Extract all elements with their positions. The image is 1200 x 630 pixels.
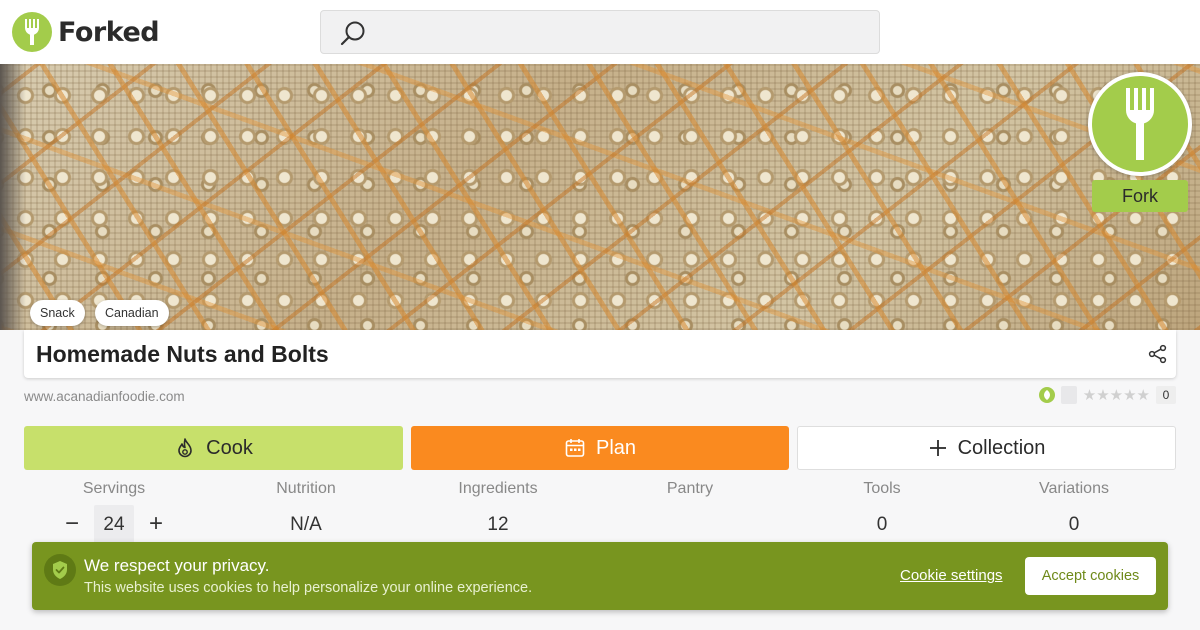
fork-badge[interactable] [1088, 72, 1192, 176]
tag-snack[interactable]: Snack [30, 300, 85, 326]
stat-label: Ingredients [458, 480, 538, 497]
stat-value: 0 [1068, 514, 1080, 535]
add-collection-button[interactable]: Collection [797, 426, 1176, 470]
logo[interactable]: Forked [12, 12, 160, 52]
cookie-title: We respect your privacy. [84, 556, 270, 575]
collection-button-label: Collection [957, 436, 1046, 459]
plan-button[interactable]: Plan [411, 426, 789, 470]
search-icon [339, 20, 367, 53]
recipe-hero-image [0, 64, 1200, 330]
servings-value[interactable]: 24 [94, 505, 134, 545]
rating-count: 0 [1156, 386, 1176, 404]
stat-label: Nutrition [276, 480, 336, 497]
servings-increase-button[interactable]: + [138, 505, 174, 543]
rating-placeholder [1060, 386, 1077, 404]
fork-icon [1126, 88, 1154, 160]
stat-variations[interactable]: Variations 0 [978, 480, 1170, 535]
cook-button[interactable]: Cook [24, 426, 403, 470]
stat-value: 12 [487, 514, 509, 535]
search-input[interactable] [320, 10, 880, 54]
shield-check-icon [44, 554, 76, 586]
calendar-icon [565, 439, 585, 457]
stat-label: Tools [863, 480, 901, 497]
hero-shadow [0, 64, 26, 330]
recipe-title-card: Homemade Nuts and Bolts [24, 330, 1176, 378]
stat-servings: Servings [18, 480, 210, 498]
flame-icon [178, 438, 192, 458]
stat-pantry[interactable]: Pantry [594, 480, 786, 498]
fork-icon [12, 12, 52, 52]
stat-nutrition[interactable]: Nutrition N/A [210, 480, 402, 535]
plus-icon [929, 440, 946, 456]
stat-label: Pantry [666, 480, 714, 497]
servings-decrease-button[interactable]: − [54, 505, 90, 543]
stat-tools[interactable]: Tools 0 [786, 480, 978, 535]
stat-value: 0 [876, 514, 888, 535]
logo-text: Forked [58, 16, 160, 48]
accept-cookies-button[interactable]: Accept cookies [1025, 557, 1156, 595]
cookie-text: This website uses cookies to help person… [84, 580, 533, 596]
stat-label: Variations [1039, 480, 1109, 497]
leaf-icon [1038, 387, 1055, 403]
stat-ingredients[interactable]: Ingredients 12 [402, 480, 594, 535]
page-title: Homemade Nuts and Bolts [36, 341, 329, 367]
tag-canadian[interactable]: Canadian [95, 300, 169, 326]
stat-label: Servings [82, 480, 146, 497]
share-icon[interactable] [1148, 344, 1168, 369]
plan-button-label: Plan [595, 436, 637, 459]
stat-value: N/A [290, 514, 322, 535]
fork-button[interactable]: Fork [1092, 180, 1188, 212]
top-header: Forked [0, 0, 1200, 64]
rating: ★★★★★ 0 [1038, 386, 1176, 404]
cookie-settings-link[interactable]: Cookie settings [900, 567, 1003, 584]
cook-button-label: Cook [206, 436, 253, 459]
source-link[interactable]: www.acanadianfoodie.com [24, 389, 185, 404]
star-rating-icon[interactable]: ★★★★★ [1083, 386, 1150, 404]
cookie-banner: We respect your privacy. This website us… [32, 542, 1168, 610]
